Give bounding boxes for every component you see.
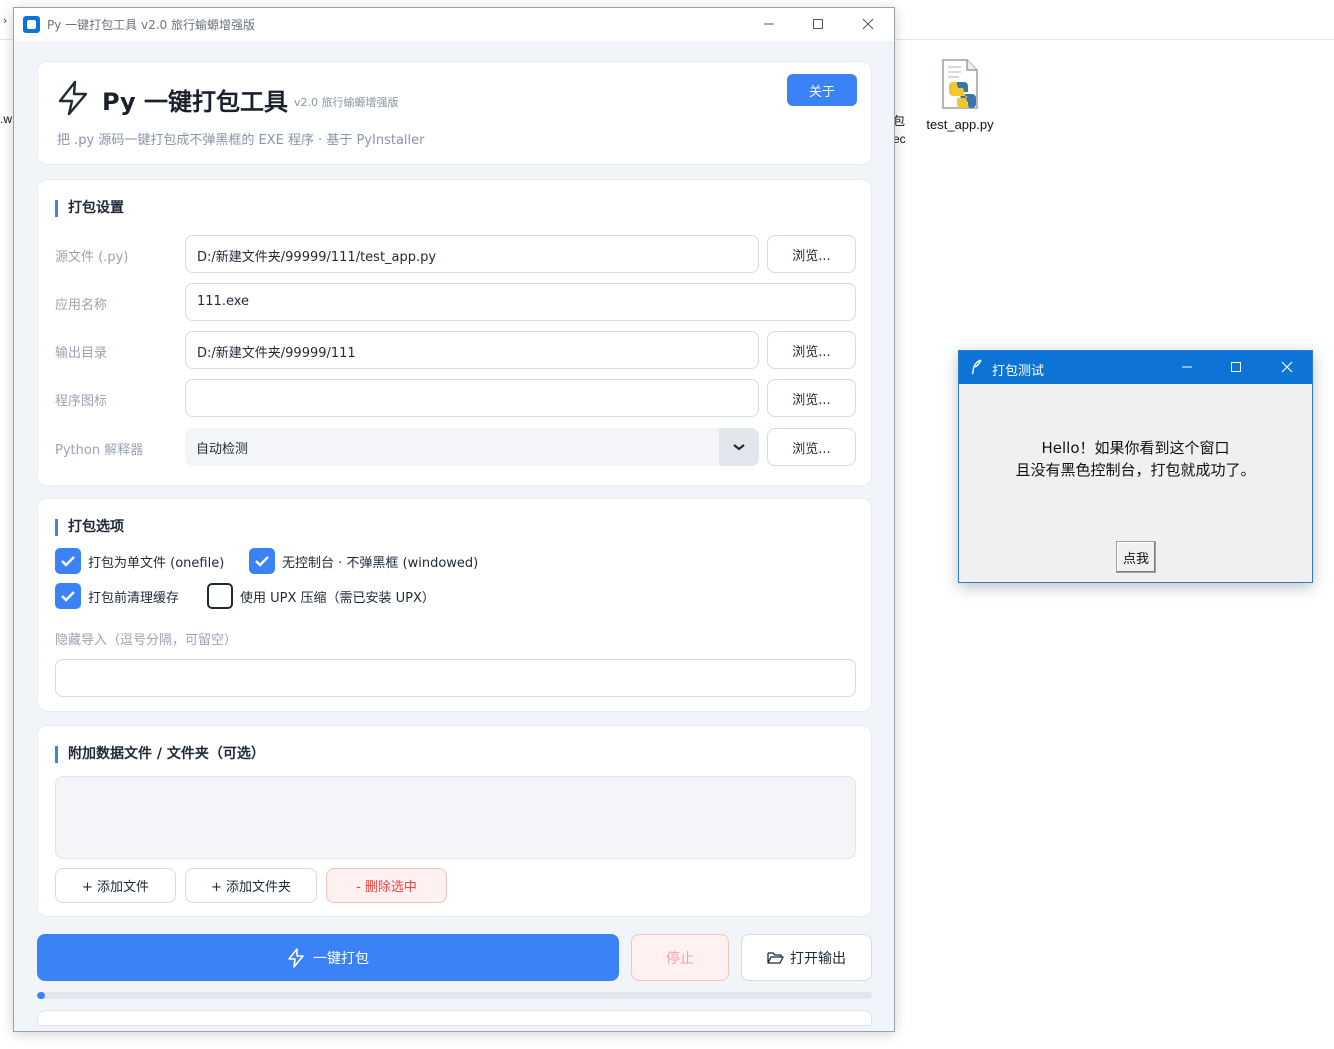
stop-button[interactable]: 停止 (631, 934, 729, 981)
minimize-button[interactable] (751, 12, 787, 36)
upx-label: 使用 UPX 压缩（需已安装 UPX） (240, 590, 435, 606)
app-name-input[interactable]: 111.exe (185, 283, 856, 321)
close-button[interactable] (850, 12, 886, 36)
app-subtitle: 把 .py 源码一键打包成不弹黑框的 EXE 程序 · 基于 PyInstall… (57, 133, 425, 148)
source-file-label: 源文件 (.py) (55, 250, 129, 265)
desktop-file-label-partial: .w (0, 112, 12, 126)
popup-message: Hello！如果你看到这个窗口 且没有黑色控制台，打包就成功了。 (959, 437, 1312, 481)
checkbox-empty-icon (207, 583, 233, 609)
chevron-down-icon[interactable] (719, 428, 759, 466)
app-icon (23, 16, 40, 33)
popup-close-button[interactable] (1269, 356, 1305, 378)
checkmark-icon (55, 548, 81, 574)
remove-selected-button[interactable]: - 删除选中 (326, 868, 447, 903)
icon-input[interactable] (185, 379, 759, 417)
maximize-icon (1231, 362, 1241, 372)
minimize-icon (1182, 366, 1192, 368)
window-title: Py 一键打包工具 v2.0 旅行蝓螈增强版 (47, 18, 255, 32)
add-folder-button[interactable]: + 添加文件夹 (185, 868, 317, 903)
popup-minimize-button[interactable] (1169, 356, 1205, 378)
window-titlebar[interactable]: Py 一键打包工具 v2.0 旅行蝓螈增强版 (14, 8, 894, 41)
data-files-card: 附加数据文件 / 文件夹（可选） + 添加文件 + 添加文件夹 - 删除选中 (37, 725, 872, 917)
icon-browse-button[interactable]: 浏览... (767, 379, 856, 417)
about-button[interactable]: 关于 (787, 74, 857, 106)
python-file-icon (939, 58, 981, 110)
popup-titlebar[interactable]: 打包测试 (959, 351, 1312, 384)
interpreter-label: Python 解释器 (55, 443, 144, 458)
progress-bar (37, 992, 872, 999)
onefile-checkbox[interactable]: 打包为单文件 (onefile) (55, 548, 224, 574)
options-card: 打包选项 打包为单文件 (onefile) 无控制台 · 不弹黑框 (windo… (37, 498, 872, 712)
log-panel[interactable] (37, 1010, 872, 1026)
maximize-button[interactable] (800, 12, 836, 36)
app-name-label: 应用名称 (55, 298, 108, 313)
build-button[interactable]: 一键打包 (37, 934, 619, 981)
lightning-icon (288, 947, 304, 968)
windowed-label: 无控制台 · 不弹黑框 (windowed) (282, 555, 479, 571)
desktop-file-test-app[interactable]: test_app.py (920, 58, 1000, 134)
minimize-icon (764, 23, 774, 25)
output-dir-label: 输出目录 (55, 346, 108, 361)
version-label: v2.0 旅行蝓螈增强版 (294, 96, 399, 109)
popup-message-line2: 且没有黑色控制台，打包就成功了。 (1015, 461, 1256, 479)
options-section-title: 打包选项 (55, 519, 124, 536)
interpreter-browse-button[interactable]: 浏览... (767, 428, 856, 466)
header-card: Py 一键打包工具 v2.0 旅行蝓螈增强版 把 .py 源码一键打包成不弹黑框… (37, 61, 872, 165)
popup-maximize-button[interactable] (1218, 356, 1254, 378)
output-dir-input[interactable]: D:/新建文件夹/99999/111 (185, 331, 759, 369)
hidden-imports-input[interactable] (55, 659, 856, 697)
desktop-file-name: test_app.py (926, 117, 994, 132)
folder-open-icon (767, 951, 784, 964)
checkmark-icon (249, 548, 275, 574)
clean-checkbox[interactable]: 打包前清理缓存 (55, 583, 179, 609)
popup-title: 打包测试 (992, 364, 1045, 379)
build-label: 一键打包 (313, 950, 369, 967)
close-icon (862, 18, 874, 30)
chevron-right-icon: › (3, 14, 8, 27)
feather-icon (971, 359, 983, 379)
open-output-button[interactable]: 打开输出 (741, 934, 872, 981)
lightning-icon (56, 80, 90, 120)
click-me-button[interactable]: 点我 (1116, 541, 1156, 573)
settings-card: 打包设置 源文件 (.py) D:/新建文件夹/99999/111/test_a… (37, 179, 872, 486)
add-file-button[interactable]: + 添加文件 (55, 868, 176, 903)
icon-label: 程序图标 (55, 394, 108, 409)
test-popup-window: 打包测试 Hello！如果你看到这个窗口 且没有黑色控制台，打包就成功了。 点我 (958, 350, 1313, 583)
source-file-input[interactable]: D:/新建文件夹/99999/111/test_app.py (185, 235, 759, 273)
progress-fill (37, 992, 46, 999)
data-files-section-title: 附加数据文件 / 文件夹（可选） (55, 746, 265, 763)
maximize-icon (813, 19, 823, 29)
settings-section-title: 打包设置 (55, 200, 124, 217)
data-files-list[interactable] (55, 776, 856, 859)
popup-message-line1: Hello！如果你看到这个窗口 (1041, 439, 1230, 457)
output-browse-button[interactable]: 浏览... (767, 331, 856, 369)
close-icon (1281, 361, 1293, 373)
interpreter-value: 自动检测 (196, 442, 249, 457)
interpreter-select[interactable]: 自动检测 (185, 428, 759, 466)
clean-label: 打包前清理缓存 (88, 590, 180, 606)
source-browse-button[interactable]: 浏览... (767, 235, 856, 273)
packager-window: Py 一键打包工具 v2.0 旅行蝓螈增强版 Py 一键打包工具 v2.0 旅行… (13, 7, 895, 1032)
open-output-label: 打开输出 (790, 950, 846, 967)
hidden-imports-label: 隐藏导入（逗号分隔，可留空） (55, 633, 238, 648)
app-name-heading: Py 一键打包工具 (102, 88, 289, 116)
windowed-checkbox[interactable]: 无控制台 · 不弹黑框 (windowed) (249, 548, 478, 574)
checkmark-icon (55, 583, 81, 609)
upx-checkbox[interactable]: 使用 UPX 压缩（需已安装 UPX） (207, 583, 435, 609)
onefile-label: 打包为单文件 (onefile) (88, 555, 225, 571)
